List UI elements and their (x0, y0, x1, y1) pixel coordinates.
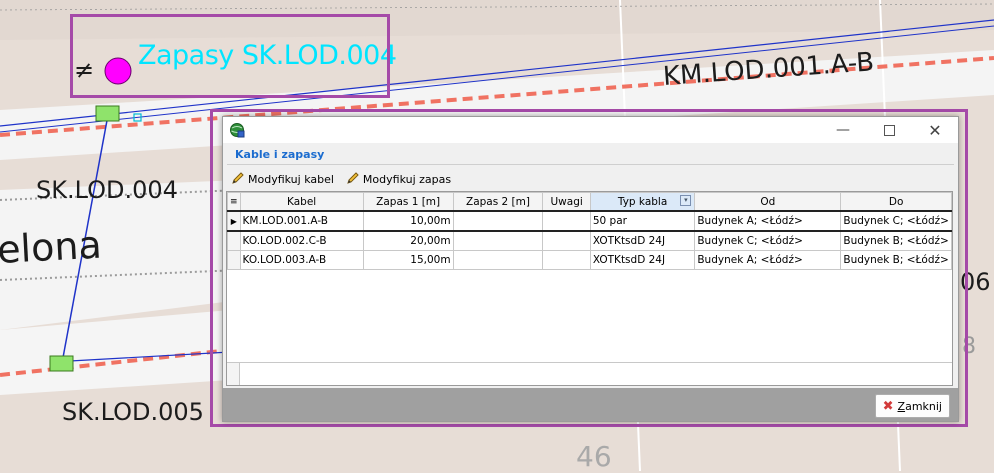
grid-footer-row (227, 362, 952, 385)
cables-grid[interactable]: ≡ Kabel Zapas 1 [m] Zapas 2 [m] Uwagi Ty… (226, 191, 953, 386)
group-divider (227, 164, 954, 165)
minimize-button[interactable]: — (820, 117, 866, 143)
row-indicator (227, 250, 241, 270)
column-header-zapas1[interactable]: Zapas 1 [m] (362, 192, 454, 212)
close-button-label: Zamknij (897, 399, 942, 413)
node-marker[interactable] (49, 355, 74, 372)
filter-icon[interactable]: ▾ (680, 195, 692, 206)
cell-kabel[interactable]: KO.LOD.002.C-B (239, 230, 364, 251)
cell-kabel[interactable]: KO.LOD.003.A-B (239, 250, 364, 270)
table-row[interactable]: KO.LOD.003.A-B 15,00m XOTKtsdD 24J Budyn… (227, 250, 952, 270)
column-header-od[interactable]: Od (694, 192, 842, 212)
globe-app-icon (229, 122, 245, 141)
cell-typ-kabla[interactable]: XOTKtsdD 24J (589, 230, 696, 251)
group-title: Kable i zapasy (235, 148, 325, 161)
modify-cable-button[interactable]: Modyfikuj kabel (229, 169, 336, 189)
pencil-icon (231, 171, 245, 188)
cables-reserves-dialog: — ✕ Kable i zapasy Modyfikuj kabel Modyf… (222, 116, 959, 422)
cell-od[interactable]: Budynek A; <Łódź> (694, 250, 842, 270)
maximize-icon (883, 124, 895, 136)
cell-do[interactable]: Budynek C; <Łódź> (840, 210, 952, 232)
cell-kabel[interactable]: KM.LOD.001.A-B (239, 210, 364, 232)
footer-indicator (227, 363, 240, 385)
column-header-kabel[interactable]: Kabel (239, 192, 364, 212)
close-button[interactable]: ✖ Zamknij (874, 394, 950, 418)
close-x-icon: ✖ (882, 398, 894, 414)
modify-reserve-button[interactable]: Modyfikuj zapas (344, 169, 453, 189)
cell-od[interactable]: Budynek C; <Łódź> (694, 230, 842, 251)
column-header-typ-kabla[interactable]: Typ kabla ▾ (589, 192, 696, 212)
cell-do[interactable]: Budynek B; <Łódź> (840, 230, 952, 251)
row-indicator (227, 230, 241, 251)
column-header-do[interactable]: Do (840, 192, 952, 212)
table-row[interactable]: ▶ KM.LOD.001.A-B 10,00m 50 par Budynek A… (227, 210, 952, 232)
street-label: elona (0, 222, 103, 272)
column-header-zapas2[interactable]: Zapas 2 [m] (452, 192, 544, 212)
cables-table: ≡ Kabel Zapas 1 [m] Zapas 2 [m] Uwagi Ty… (227, 192, 952, 270)
cell-zapas1[interactable]: 20,00m (362, 230, 454, 251)
cell-uwagi[interactable] (542, 250, 591, 270)
highlight-frame-label (70, 14, 390, 98)
modify-reserve-label: Modyfikuj zapas (362, 172, 452, 186)
row-indicator-icon: ▶ (227, 210, 241, 232)
close-window-button[interactable]: ✕ (912, 117, 958, 143)
column-header-uwagi[interactable]: Uwagi (542, 192, 591, 212)
cell-zapas2[interactable] (452, 250, 544, 270)
cell-do[interactable]: Budynek B; <Łódź> (840, 250, 952, 270)
maximize-button[interactable] (866, 117, 912, 143)
cell-uwagi[interactable] (542, 210, 591, 232)
title-bar[interactable]: — ✕ (223, 117, 958, 143)
modify-cable-label: Modyfikuj kabel (248, 172, 334, 186)
button-bar: ✖ Zamknij (223, 388, 958, 421)
node-label: SK.LOD.005 (62, 398, 204, 426)
toolbar: Modyfikuj kabel Modyfikuj zapas (229, 169, 453, 189)
cell-zapas2[interactable] (452, 230, 544, 251)
node-marker[interactable] (95, 105, 120, 122)
cell-typ-kabla[interactable]: 50 par (589, 210, 696, 232)
cell-zapas1[interactable]: 15,00m (362, 250, 454, 270)
cell-od[interactable]: Budynek A; <Łódź> (694, 210, 842, 232)
pencil-icon (346, 171, 360, 188)
cell-zapas1[interactable]: 10,00m (362, 210, 454, 232)
cell-uwagi[interactable] (542, 230, 591, 251)
cell-typ-kabla[interactable]: XOTKtsdD 24J (589, 250, 696, 270)
cell-zapas2[interactable] (452, 210, 544, 232)
column-header-typ-kabla-label: Typ kabla (617, 195, 668, 208)
address-number: 46 (576, 440, 612, 473)
column-chooser-icon[interactable]: ≡ (227, 192, 241, 212)
table-row[interactable]: KO.LOD.002.C-B 20,00m XOTKtsdD 24J Budyn… (227, 230, 952, 251)
node-label: SK.LOD.004 (36, 176, 178, 204)
header-row: ≡ Kabel Zapas 1 [m] Zapas 2 [m] Uwagi Ty… (227, 192, 952, 212)
